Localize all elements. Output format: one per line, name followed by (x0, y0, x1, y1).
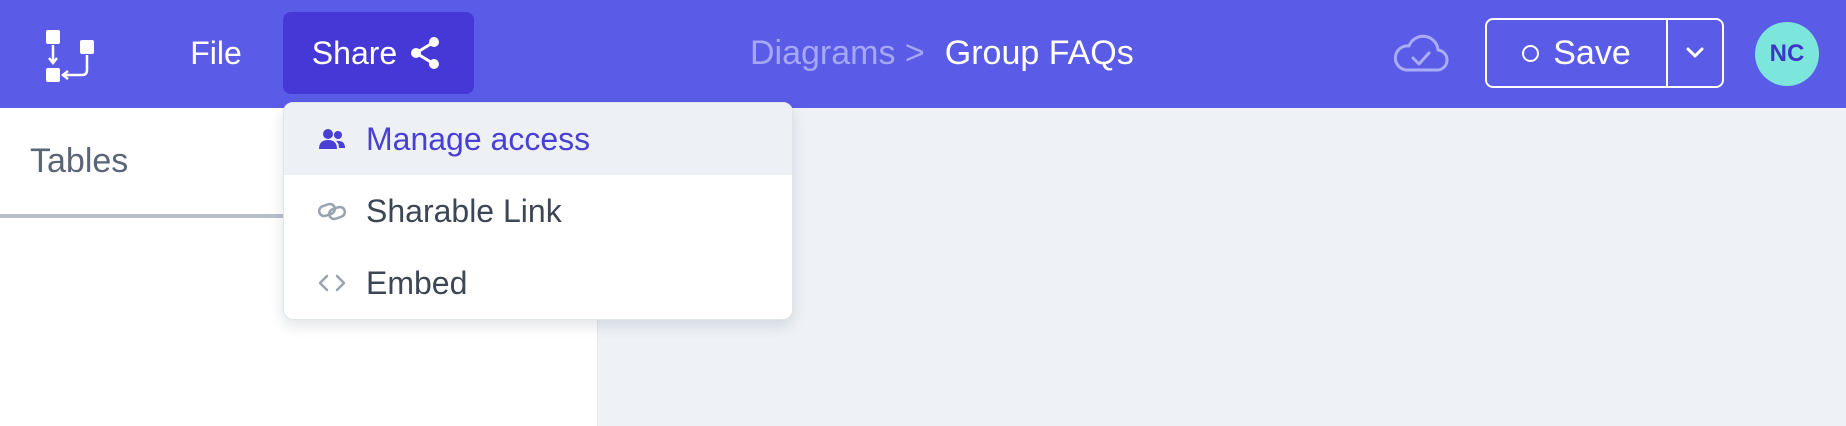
cloud-saved-icon (1390, 26, 1450, 82)
breadcrumb-diagrams-link[interactable]: Diagrams > (750, 34, 925, 73)
share-dropdown-menu: Manage access Sharable Link Embed (283, 102, 793, 320)
user-avatar[interactable]: NC (1755, 22, 1819, 86)
breadcrumb: Diagrams > Group FAQs (750, 30, 1134, 76)
top-bar: File Share Diagrams > Group FAQs Save NC (0, 0, 1846, 108)
link-icon (317, 202, 347, 221)
share-menu-button[interactable]: Share (283, 12, 474, 94)
diagram-title[interactable]: Group FAQs (945, 34, 1134, 73)
save-options-button[interactable] (1668, 20, 1722, 86)
chevron-down-icon (1686, 47, 1704, 58)
users-icon (319, 129, 345, 149)
menu-item-sharable-link[interactable]: Sharable Link (284, 175, 792, 247)
save-label: Save (1553, 33, 1631, 72)
code-icon (318, 274, 346, 292)
app-logo-icon[interactable] (40, 26, 100, 86)
menu-item-label: Sharable Link (366, 192, 562, 229)
sidebar-title: Tables (30, 141, 129, 180)
avatar-initials: NC (1769, 40, 1805, 67)
menu-item-manage-access[interactable]: Manage access (284, 103, 792, 175)
file-menu-label: File (190, 34, 242, 71)
save-button-group: Save (1485, 18, 1724, 88)
menu-item-label: Manage access (366, 120, 591, 157)
share-icon (411, 37, 440, 69)
share-menu-label: Share (311, 34, 398, 71)
menu-item-label: Embed (366, 264, 468, 301)
save-button[interactable]: Save (1487, 20, 1668, 86)
unsaved-indicator-icon (1522, 44, 1540, 62)
menu-item-embed[interactable]: Embed (284, 247, 792, 319)
file-menu-button[interactable]: File (160, 12, 272, 94)
